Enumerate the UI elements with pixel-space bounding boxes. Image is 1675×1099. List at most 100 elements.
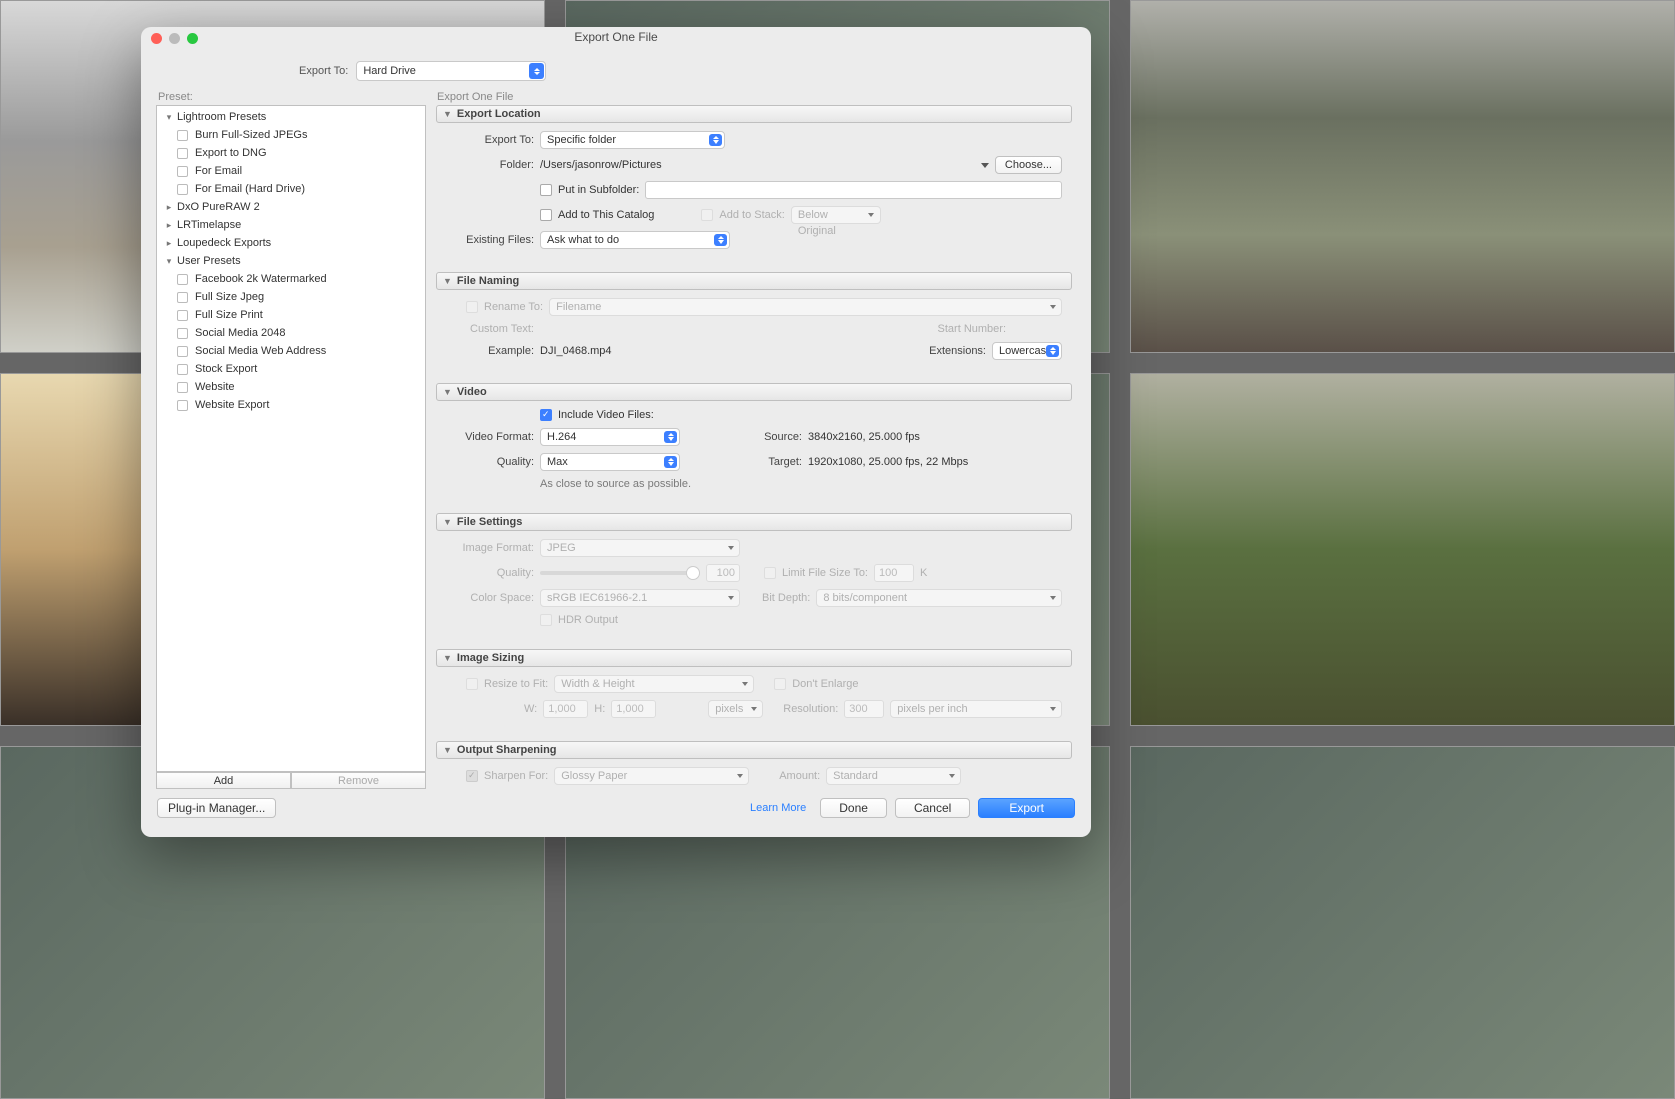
checkbox-icon[interactable] bbox=[177, 166, 188, 177]
slider-thumb-icon bbox=[686, 566, 700, 580]
export-to-value: Hard Drive bbox=[363, 65, 416, 77]
checkbox-icon[interactable] bbox=[177, 184, 188, 195]
chevron-down-icon bbox=[738, 678, 751, 690]
include-video-checkbox[interactable] bbox=[540, 409, 552, 421]
resize-select: Width & Height bbox=[554, 675, 754, 693]
preset-item[interactable]: Website bbox=[157, 378, 425, 396]
panel-image-sizing[interactable]: ▼Image Sizing bbox=[436, 649, 1072, 667]
folder-path: /Users/jasonrow/Pictures bbox=[540, 159, 662, 171]
preset-item[interactable]: Facebook 2k Watermarked bbox=[157, 270, 425, 288]
rename-label: Rename To: bbox=[484, 301, 543, 313]
preset-group-lrt[interactable]: ▸LRTimelapse bbox=[157, 216, 425, 234]
subfolder-input[interactable] bbox=[645, 181, 1062, 199]
preset-item[interactable]: Stock Export bbox=[157, 360, 425, 378]
add-preset-button[interactable]: Add bbox=[156, 772, 291, 789]
extensions-label: Extensions: bbox=[929, 345, 986, 357]
plugin-manager-button[interactable]: Plug-in Manager... bbox=[157, 798, 276, 818]
export-to-select[interactable]: Hard Drive bbox=[356, 61, 546, 81]
checkbox-icon[interactable] bbox=[177, 400, 188, 411]
limit-size-unit: K bbox=[920, 567, 927, 579]
existing-files-select[interactable]: Ask what to do bbox=[540, 231, 730, 249]
bitdepth-label: Bit Depth: bbox=[762, 592, 810, 604]
example-value: DJI_0468.mp4 bbox=[540, 345, 612, 357]
preset-item[interactable]: Website Export bbox=[157, 396, 425, 414]
preset-item[interactable]: Full Size Print bbox=[157, 306, 425, 324]
checkbox-icon[interactable] bbox=[177, 274, 188, 285]
start-number-label: Start Number: bbox=[938, 323, 1006, 335]
dialog-title: Export One File bbox=[141, 30, 1091, 44]
checkbox-icon[interactable] bbox=[177, 310, 188, 321]
preset-item[interactable]: Burn Full-Sized JPEGs bbox=[157, 126, 425, 144]
subfolder-checkbox[interactable] bbox=[540, 184, 552, 196]
extensions-select[interactable]: Lowercase bbox=[992, 342, 1062, 360]
checkbox-icon[interactable] bbox=[177, 364, 188, 375]
preset-group-lightroom[interactable]: ▾Lightroom Presets bbox=[157, 108, 425, 126]
checkbox-icon[interactable] bbox=[177, 292, 188, 303]
preset-item[interactable]: For Email (Hard Drive) bbox=[157, 180, 425, 198]
folder-label: Folder: bbox=[446, 159, 534, 171]
sharpen-for-select: Glossy Paper bbox=[554, 767, 749, 785]
remove-preset-button: Remove bbox=[291, 772, 426, 789]
video-source-label: Source: bbox=[752, 431, 802, 443]
include-video-label: Include Video Files: bbox=[558, 409, 654, 421]
video-note: As close to source as possible. bbox=[540, 478, 691, 490]
video-quality-select[interactable]: Max bbox=[540, 453, 680, 471]
resize-checkbox bbox=[466, 678, 478, 690]
jpeg-quality-label: Quality: bbox=[446, 567, 534, 579]
export-to-label: Export To: bbox=[299, 65, 348, 77]
choose-folder-button[interactable]: Choose... bbox=[995, 156, 1062, 174]
preset-list[interactable]: ▾Lightroom Presets Burn Full-Sized JPEGs… bbox=[156, 105, 426, 772]
preset-buttons: Add Remove bbox=[156, 772, 426, 789]
add-stack-checkbox bbox=[701, 209, 713, 221]
preset-group-dxo[interactable]: ▸DxO PureRAW 2 bbox=[157, 198, 425, 216]
resize-label: Resize to Fit: bbox=[484, 678, 548, 690]
sharpen-amount-select: Standard bbox=[826, 767, 961, 785]
titlebar: Export One File bbox=[141, 27, 1091, 49]
example-label: Example: bbox=[446, 345, 534, 357]
width-label: W: bbox=[524, 703, 537, 715]
cancel-button[interactable]: Cancel bbox=[895, 798, 970, 818]
checkbox-icon[interactable] bbox=[177, 382, 188, 393]
checkbox-icon[interactable] bbox=[177, 130, 188, 141]
preset-item[interactable]: For Email bbox=[157, 162, 425, 180]
limit-size-checkbox bbox=[764, 567, 776, 579]
folder-menu-icon[interactable] bbox=[981, 161, 989, 169]
jpeg-quality-input bbox=[706, 564, 740, 582]
panel-output-sharpening[interactable]: ▼Output Sharpening bbox=[436, 741, 1072, 759]
custom-text-label: Custom Text: bbox=[446, 323, 534, 335]
video-format-select[interactable]: H.264 bbox=[540, 428, 680, 446]
preset-group-loupe[interactable]: ▸Loupedeck Exports bbox=[157, 234, 425, 252]
video-format-label: Video Format: bbox=[446, 431, 534, 443]
chevron-updown-icon bbox=[714, 234, 727, 246]
learn-more-link[interactable]: Learn More bbox=[750, 802, 806, 814]
preset-group-user[interactable]: ▾User Presets bbox=[157, 252, 425, 270]
panel-file-naming[interactable]: ▼File Naming bbox=[436, 272, 1072, 290]
chevron-down-icon bbox=[724, 592, 737, 604]
chevron-down-icon bbox=[1046, 301, 1059, 313]
panels-scroll[interactable]: ▼Export Location Export To: Specific fol… bbox=[436, 105, 1076, 789]
subfolder-label: Put in Subfolder: bbox=[558, 184, 639, 196]
preset-item[interactable]: Social Media Web Address bbox=[157, 342, 425, 360]
panel-file-settings[interactable]: ▼File Settings bbox=[436, 513, 1072, 531]
enlarge-label: Don't Enlarge bbox=[792, 678, 858, 690]
colorspace-label: Color Space: bbox=[446, 592, 534, 604]
video-quality-label: Quality: bbox=[446, 456, 534, 468]
preset-item[interactable]: Full Size Jpeg bbox=[157, 288, 425, 306]
height-label: H: bbox=[594, 703, 605, 715]
preset-item[interactable]: Social Media 2048 bbox=[157, 324, 425, 342]
preset-label: Preset: bbox=[158, 91, 426, 103]
video-target-label: Target: bbox=[752, 456, 802, 468]
panel-video[interactable]: ▼Video bbox=[436, 383, 1072, 401]
chevron-down-icon bbox=[747, 703, 760, 715]
chevron-down-icon bbox=[1046, 703, 1059, 715]
add-catalog-checkbox[interactable] bbox=[540, 209, 552, 221]
export-to-folder-select[interactable]: Specific folder bbox=[540, 131, 725, 149]
export-button[interactable]: Export bbox=[978, 798, 1075, 818]
checkbox-icon[interactable] bbox=[177, 346, 188, 357]
settings-column: Export One File ▼Export Location Export … bbox=[436, 91, 1076, 789]
preset-item[interactable]: Export to DNG bbox=[157, 144, 425, 162]
done-button[interactable]: Done bbox=[820, 798, 887, 818]
panel-export-location[interactable]: ▼Export Location bbox=[436, 105, 1072, 123]
checkbox-icon[interactable] bbox=[177, 328, 188, 339]
checkbox-icon[interactable] bbox=[177, 148, 188, 159]
